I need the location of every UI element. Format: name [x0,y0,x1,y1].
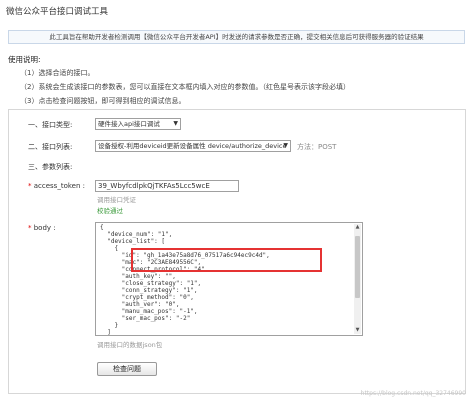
help-line-2: （2）系统会生成该接口的参数表，您可以直接在文本框内填入对应的参数值。（红色星号… [20,83,350,91]
access-token-label: * access_token : [28,182,85,190]
scroll-up-arrow-icon[interactable]: ▲ [354,224,361,231]
scroll-down-arrow-icon[interactable]: ▼ [354,327,361,334]
chevron-down-icon: ▼ [283,142,288,149]
scrollbar-thumb[interactable] [355,236,360,298]
help-line-1: （1）选择合适的接口。 [20,69,95,77]
params-list-label: 三、参数列表: [28,163,73,171]
http-method-label: 方法：POST [297,143,337,151]
interface-list-value: 设备授权-利用deviceid更新设备属性 device/authorize_d… [98,142,287,150]
required-star: * [28,224,32,232]
interface-type-label: 一、接口类型: [28,121,73,129]
interface-type-value: 硬件接入api接口调试 [98,120,160,128]
interface-list-label: 二、接口列表: [28,143,73,151]
help-line-3: （3）点击检查问题按钮，即可得到相应的调试信息。 [20,97,186,105]
watermark: https://blog.csdn.net/qq_32746990 [360,390,466,397]
page-title: 微信公众平台接口调试工具 [6,7,109,17]
access-token-hint: 调用接口凭证 [97,196,136,204]
check-problem-button[interactable]: 检查问题 [97,362,157,376]
body-code-line: ] [100,329,111,336]
access-token-input[interactable]: 39_WbyfcdlpkQjTKFAs5Lcc5wcE [95,180,239,192]
body-hint: 调用接口的数据json包 [97,341,163,349]
body-scrollbar[interactable]: ▲ ▼ [354,224,361,334]
chevron-down-icon: ▼ [173,120,178,127]
interface-list-select[interactable]: 设备授权-利用deviceid更新设备属性 device/authorize_d… [95,140,291,152]
required-star: * [28,182,32,190]
highlight-annotation-box [131,248,322,272]
help-heading: 使用说明: [8,55,41,64]
body-textarea[interactable]: { "device_num": "1", "device_list": [ { … [95,222,363,336]
body-label-text: body : [33,224,56,232]
notice-banner: 此工具旨在帮助开发者检测调用【微信公众平台开发者API】时发送的请求参数是否正确… [8,30,465,44]
access-token-label-text: access_token : [33,182,85,190]
access-token-status: 校验通过 [97,207,123,215]
body-label: * body : [28,224,56,232]
interface-type-select[interactable]: 硬件接入api接口调试 ▼ [95,118,181,130]
